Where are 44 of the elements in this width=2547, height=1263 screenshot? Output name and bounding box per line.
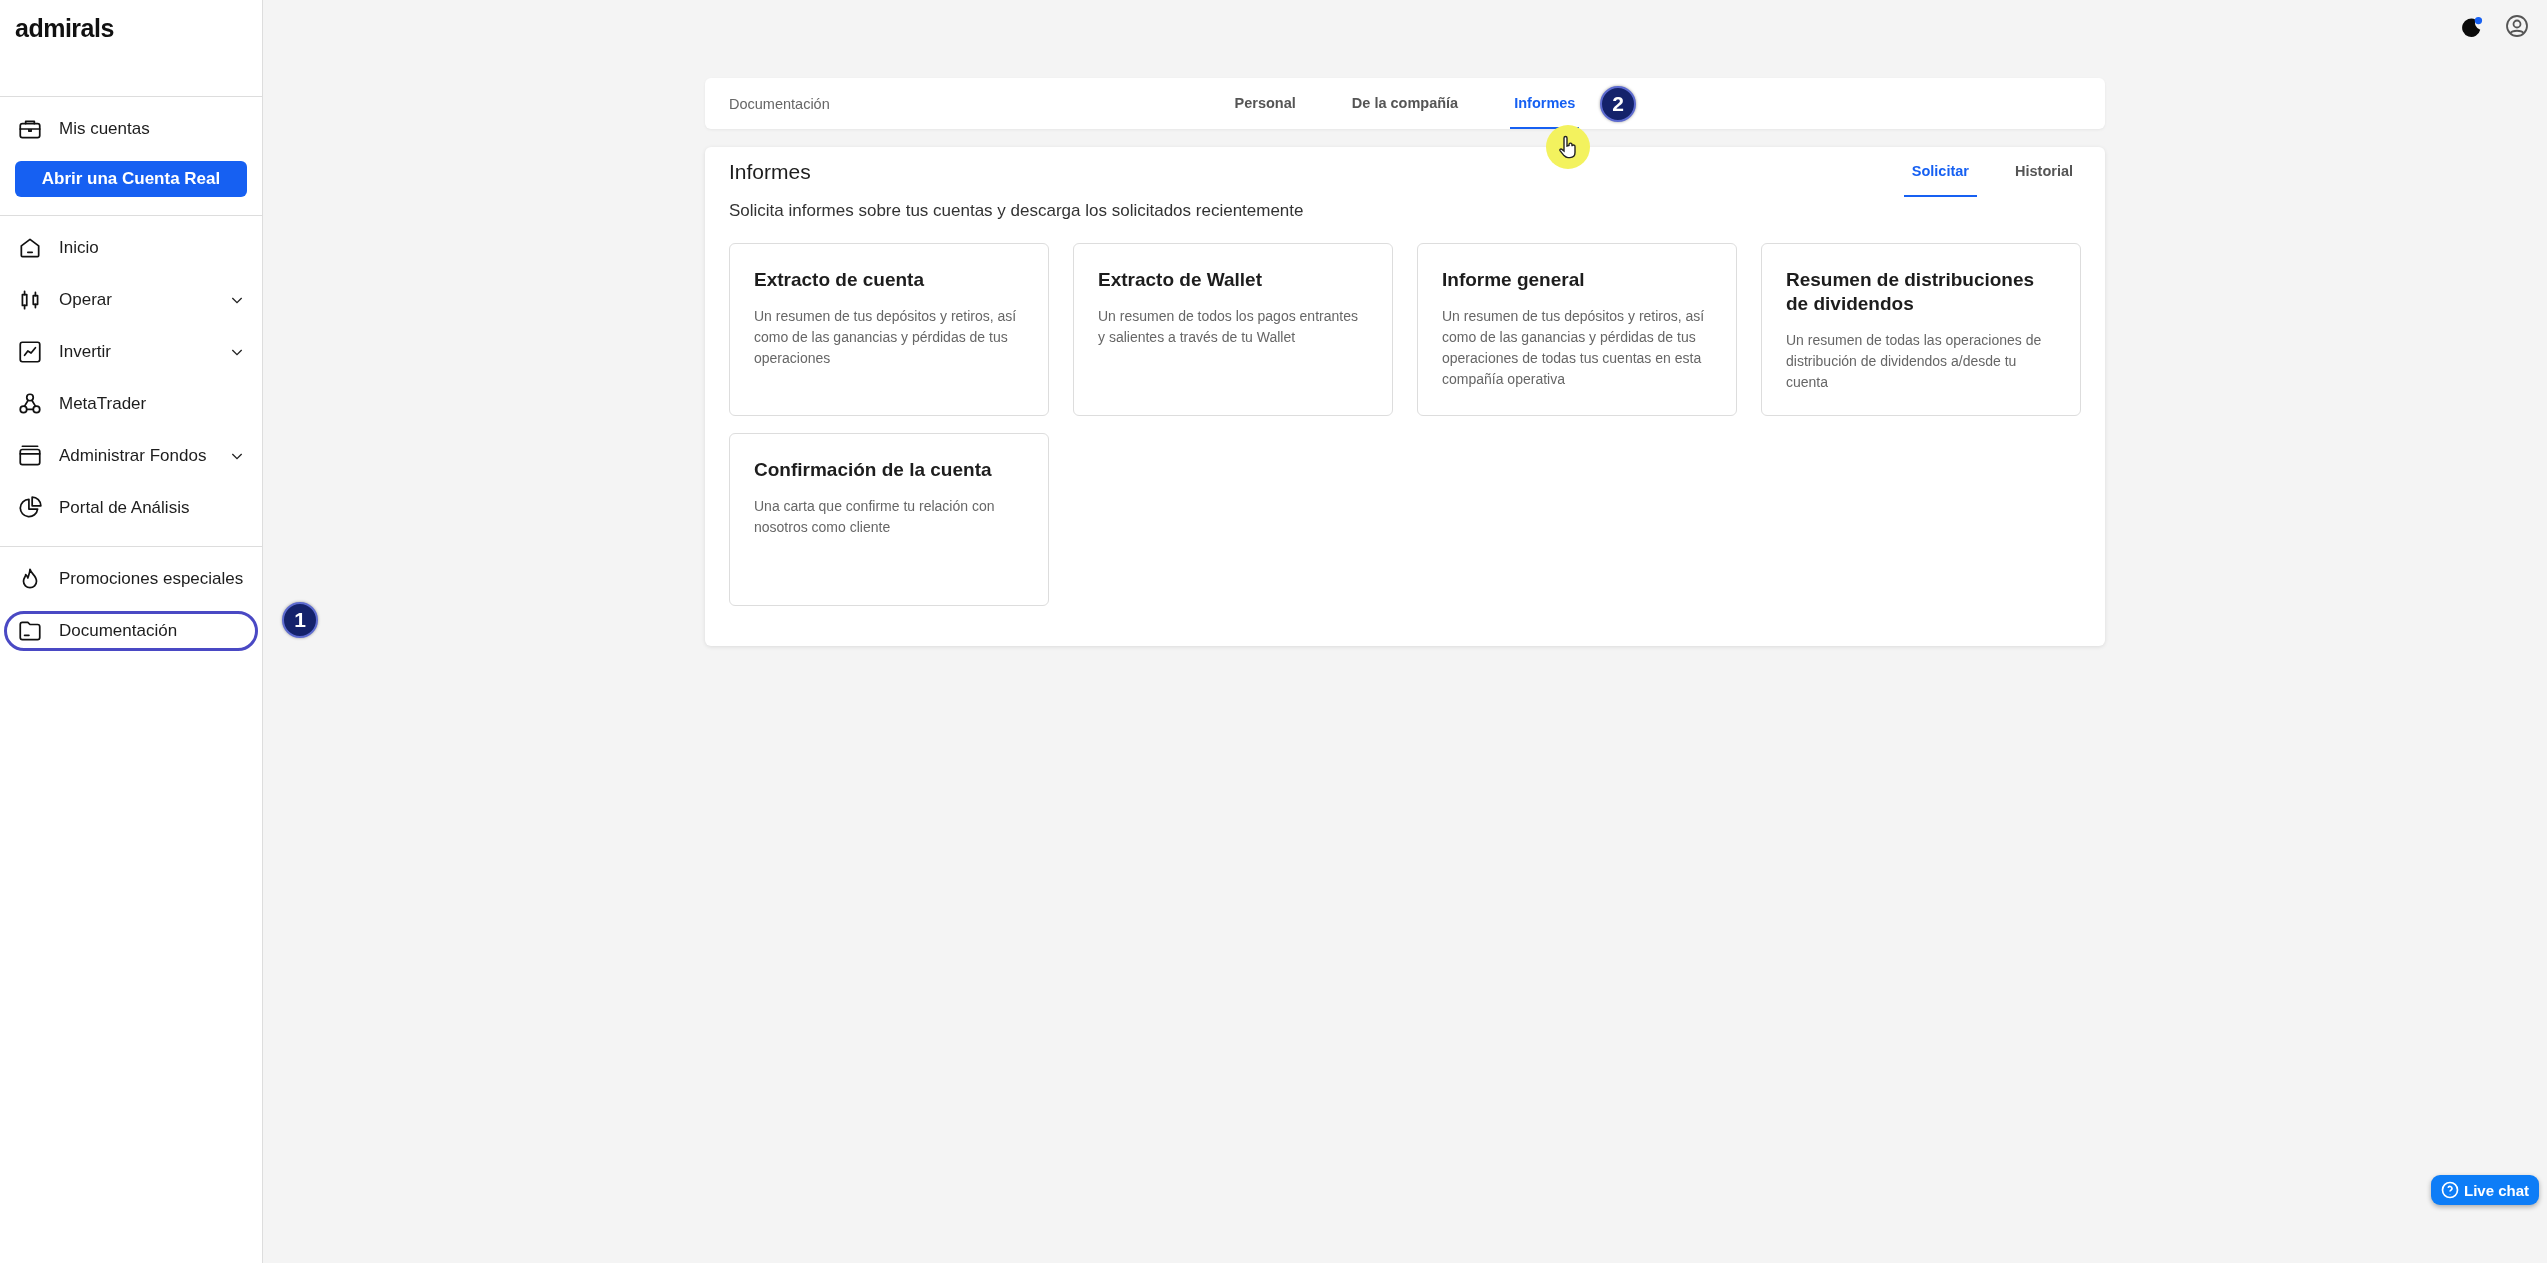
wallet-icon: [17, 443, 43, 469]
card-title: Informe general: [1442, 268, 1586, 292]
panel-title: Informes: [729, 160, 811, 184]
sidebar-item[interactable]: Mis cuentas: [4, 109, 258, 149]
card-description: Un resumen de tus depósitos y retiros, así como de las ganancias y pérdidas de tus operaciones de todas tus cuentas en esta compañía operativa: [1442, 307, 1706, 389]
user-profile-icon[interactable]: [2505, 14, 2529, 38]
line-chart-icon: [17, 339, 43, 365]
theme-toggle-icon[interactable]: [2461, 16, 2483, 38]
pointer-hand-icon: [1557, 135, 1579, 159]
section-label: Documentación: [729, 95, 831, 112]
network-icon: [17, 391, 43, 417]
report-card[interactable]: Extracto de Wallet Un resumen de todos los pagos entrantes y salientes a través de tu Wallet: [1073, 243, 1393, 416]
logo-text[interactable]: admirals: [15, 14, 114, 42]
pie-chart-icon: [17, 495, 43, 521]
report-card[interactable]: Confirmación de la cuenta Una carta que confirme tu relación con nosotros como cliente: [729, 433, 1049, 606]
card-description: Un resumen de todos los pagos entrantes y salientes a través de tu Wallet: [1098, 307, 1359, 347]
card-title: Extracto de cuenta: [754, 268, 925, 292]
report-card[interactable]: Extracto de cuenta Un resumen de tus depósitos y retiros, así como de las ganancias y pérdidas de tus operaciones: [729, 243, 1049, 416]
help-icon: [2440, 1181, 2459, 1199]
card-description: Una carta que confirme tu relación con nosotros como cliente: [754, 497, 996, 537]
sidebar-item[interactable]: Invertir: [4, 332, 258, 372]
folder-icon: [17, 618, 43, 644]
step-marker: 1: [282, 602, 318, 638]
sidebar-item[interactable]: Portal de Análisis: [4, 488, 258, 528]
sidebar-item[interactable]: Operar: [4, 280, 258, 320]
card-title: Confirmación de la cuenta: [754, 458, 993, 482]
sidebar-item[interactable]: MetaTrader: [4, 384, 258, 424]
sidebar-item[interactable]: Promociones especiales: [4, 559, 258, 599]
sidebar-item[interactable]: Administrar Fondos: [4, 436, 258, 476]
tab[interactable]: Historial: [2007, 147, 2081, 197]
card-title: Extracto de Wallet: [1098, 268, 1263, 292]
report-card[interactable]: Informe general Un resumen de tus depósitos y retiros, así como de las ganancias y pérdidas de tus operaciones de todas tus cuentas en esta compañía operativa: [1417, 243, 1737, 416]
sidebar-item[interactable]: Documentación: [4, 611, 258, 651]
open-account-button[interactable]: Abrir una Cuenta Real: [15, 161, 247, 197]
report-card[interactable]: Resumen de distribuciones de dividendos Un resumen de todas las operaciones de distribución de dividendos a/desde tu cuenta: [1761, 243, 2081, 416]
tab[interactable]: Solicitar: [1903, 147, 1977, 197]
tab[interactable]: Personal: [1230, 78, 1300, 129]
card-description: Un resumen de tus depósitos y retiros, así como de las ganancias y pérdidas de tus operaciones: [754, 307, 1018, 368]
panel-subtitle: Solicita informes sobre tus cuentas y descarga los solicitados recientemente: [729, 201, 1305, 221]
card-description: Un resumen de todas las operaciones de distribución de dividendos a/desde tu cuenta: [1786, 331, 2043, 392]
sidebar-item[interactable]: Inicio: [4, 228, 258, 268]
card-title: Resumen de distribuciones de dividendos: [1786, 268, 2036, 316]
live-chat-button[interactable]: Live chat: [2430, 1175, 2539, 1205]
tab[interactable]: De la compañía: [1347, 78, 1463, 129]
